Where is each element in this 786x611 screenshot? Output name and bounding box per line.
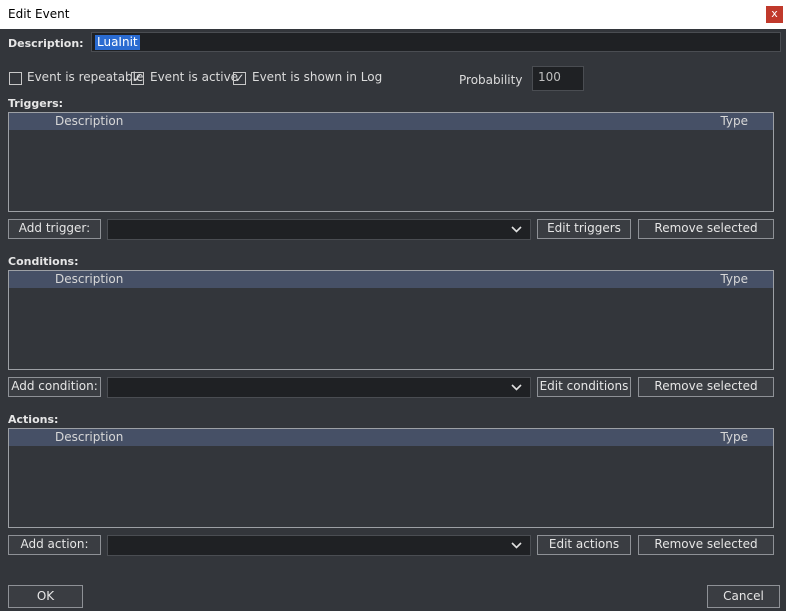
add-condition-button[interactable]: Add condition: bbox=[8, 377, 101, 397]
actions-list-header: Description Type bbox=[9, 429, 773, 446]
cancel-button[interactable]: Cancel bbox=[707, 585, 780, 608]
description-input[interactable]: LuaInit bbox=[91, 32, 781, 52]
action-type-select[interactable] bbox=[107, 535, 531, 556]
probability-value: 100 bbox=[538, 70, 561, 84]
shown-in-log-label: Event is shown in Log bbox=[252, 70, 383, 84]
description-label: Description: bbox=[8, 37, 84, 50]
ok-button[interactable]: OK bbox=[8, 585, 83, 608]
condition-type-select[interactable] bbox=[107, 377, 531, 398]
probability-input[interactable]: 100 bbox=[532, 66, 584, 91]
remove-condition-button[interactable]: Remove selected bbox=[638, 377, 774, 397]
remove-trigger-button[interactable]: Remove selected bbox=[638, 219, 774, 239]
chevron-down-icon bbox=[511, 380, 522, 394]
shown-in-log-checkbox[interactable]: ✓ bbox=[233, 72, 246, 85]
triggers-label: Triggers: bbox=[8, 97, 64, 110]
close-button[interactable]: x bbox=[766, 6, 783, 23]
conditions-label: Conditions: bbox=[8, 255, 79, 268]
triggers-list[interactable]: Description Type bbox=[8, 112, 774, 212]
column-description[interactable]: Description bbox=[55, 430, 123, 444]
check-icon: ✓ bbox=[234, 71, 245, 85]
chevron-down-icon bbox=[511, 222, 522, 236]
triggers-list-header: Description Type bbox=[9, 113, 773, 130]
actions-list[interactable]: Description Type bbox=[8, 428, 774, 528]
trigger-type-select[interactable] bbox=[107, 219, 531, 240]
active-label: Event is active bbox=[150, 70, 239, 84]
column-type[interactable]: Type bbox=[720, 430, 748, 444]
window-title: Edit Event bbox=[8, 7, 70, 21]
column-type[interactable]: Type bbox=[720, 114, 748, 128]
column-description[interactable]: Description bbox=[55, 272, 123, 286]
actions-label: Actions: bbox=[8, 413, 59, 426]
column-description[interactable]: Description bbox=[55, 114, 123, 128]
check-icon: ✓ bbox=[132, 71, 143, 85]
conditions-list[interactable]: Description Type bbox=[8, 270, 774, 370]
conditions-list-header: Description Type bbox=[9, 271, 773, 288]
repeatable-checkbox[interactable] bbox=[9, 72, 22, 85]
remove-action-button[interactable]: Remove selected bbox=[638, 535, 774, 555]
edit-conditions-button[interactable]: Edit conditions bbox=[537, 377, 631, 397]
active-checkbox[interactable]: ✓ bbox=[131, 72, 144, 85]
add-action-button[interactable]: Add action: bbox=[8, 535, 101, 555]
title-bar: Edit Event x bbox=[0, 0, 786, 29]
edit-triggers-button[interactable]: Edit triggers bbox=[537, 219, 631, 239]
repeatable-label: Event is repeatable bbox=[27, 70, 144, 84]
edit-actions-button[interactable]: Edit actions bbox=[537, 535, 631, 555]
chevron-down-icon bbox=[511, 538, 522, 552]
add-trigger-button[interactable]: Add trigger: bbox=[8, 219, 101, 239]
probability-label: Probability bbox=[459, 73, 523, 87]
column-type[interactable]: Type bbox=[720, 272, 748, 286]
description-value: LuaInit bbox=[95, 35, 140, 50]
close-icon: x bbox=[771, 7, 778, 20]
